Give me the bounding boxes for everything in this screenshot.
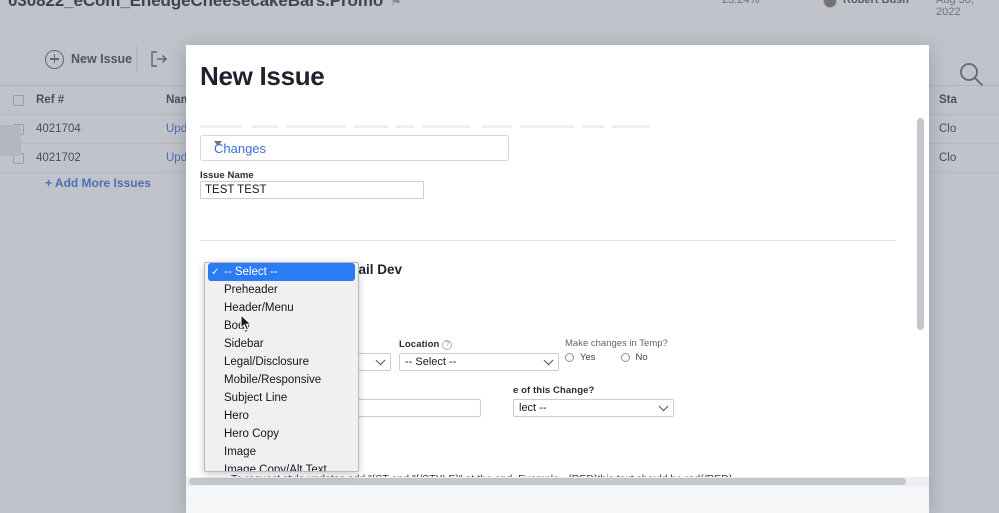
location-label: Location?	[399, 339, 559, 350]
location-option[interactable]: Image Copy/Alt Text	[205, 461, 358, 472]
location-option[interactable]: Legal/Disclosure	[205, 353, 358, 371]
location-option-label: Image Copy/Alt Text	[224, 464, 327, 472]
location-option-label: -- Select --	[224, 266, 278, 278]
modal-title: New Issue	[200, 61, 325, 91]
location-option[interactable]: Mobile/Responsive	[205, 371, 358, 389]
location-label-text: Location	[399, 339, 440, 350]
location-option-label: Legal/Disclosure	[224, 356, 310, 368]
temp-label: Make changes in Temp?	[565, 338, 668, 349]
location-option-label: Image	[224, 446, 256, 458]
location-select[interactable]: -- Select --	[399, 353, 559, 371]
location-options-list[interactable]: ✓ -- Select -- Preheader Header/Menu Body Sid…	[204, 262, 359, 472]
issue-type-select[interactable]: Changes	[200, 135, 509, 161]
help-icon[interactable]: ?	[442, 339, 453, 350]
chevron-down-icon	[375, 355, 386, 366]
chevron-down-icon	[543, 355, 554, 366]
location-option[interactable]: Hero	[205, 407, 358, 425]
chevron-down-icon	[214, 141, 222, 146]
location-option[interactable]: Hero Copy	[205, 425, 358, 443]
location-option-label: Hero Copy	[224, 428, 279, 440]
section-divider	[200, 240, 896, 241]
change-type-value: lect --	[519, 402, 547, 414]
location-option-label: Header/Menu	[224, 302, 294, 314]
modal-footer	[186, 486, 929, 513]
location-option[interactable]: Sidebar	[205, 335, 358, 353]
change-type-label: e of this Change?	[513, 385, 595, 396]
location-option-label: Sidebar	[224, 338, 264, 350]
issue-name-input[interactable]	[200, 181, 424, 199]
chevron-down-icon	[658, 401, 669, 412]
location-option[interactable]: Header/Menu	[205, 299, 358, 317]
check-icon: ✓	[211, 266, 220, 278]
mouse-cursor	[240, 313, 252, 337]
location-value: -- Select --	[405, 356, 457, 368]
issue-name-label: Issue Name	[200, 170, 254, 181]
location-option-label: Mobile/Responsive	[224, 374, 322, 386]
vertical-scrollbar-thumb[interactable]	[917, 118, 924, 330]
temp-field: Make changes in Temp? Yes No	[565, 338, 705, 363]
location-option[interactable]: Preheader	[205, 281, 358, 299]
location-option[interactable]: Subject Line	[205, 389, 358, 407]
temp-radio-no[interactable]	[620, 353, 630, 362]
temp-radio-no-label: No	[635, 352, 648, 363]
change-type-field: e of this Change? lect --	[513, 385, 674, 417]
horizontal-scrollbar-thumb[interactable]	[189, 478, 906, 485]
temp-radio-yes-label: Yes	[580, 352, 596, 363]
location-option[interactable]: ✓ -- Select --	[208, 263, 355, 281]
location-option-label: Preheader	[224, 284, 278, 296]
location-option[interactable]: Body	[205, 317, 358, 335]
location-option-label: Subject Line	[224, 392, 288, 404]
scrolled-text-sliver	[200, 119, 840, 128]
temp-radio-group: Yes No	[565, 352, 705, 363]
location-option[interactable]: Image	[205, 443, 358, 461]
temp-radio-yes[interactable]	[565, 353, 574, 362]
location-option-label: Hero	[224, 410, 249, 422]
change-type-select[interactable]: lect --	[513, 399, 674, 417]
location-field: Location? -- Select --	[399, 339, 559, 371]
